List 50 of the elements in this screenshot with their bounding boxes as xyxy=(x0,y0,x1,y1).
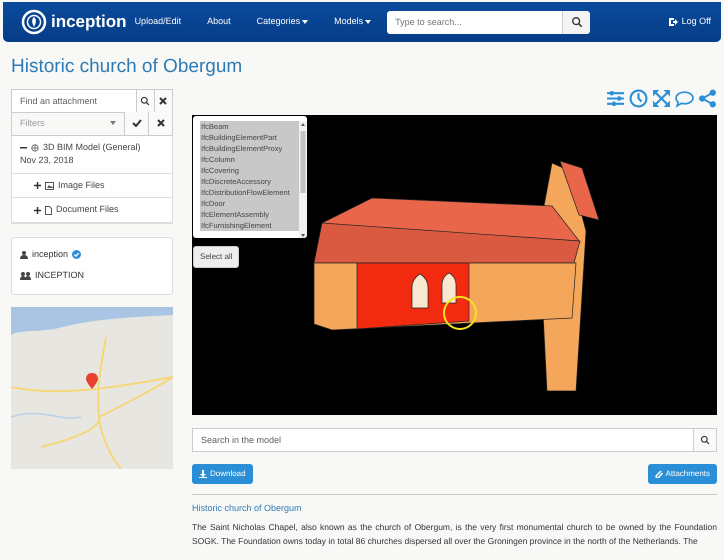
logout-icon xyxy=(668,17,678,27)
tree-item[interactable]: Image Files xyxy=(58,178,105,192)
page-title: Historic church of Obergum xyxy=(11,56,244,79)
model-search-field[interactable]: Search in the model xyxy=(192,428,694,452)
search-button[interactable] xyxy=(562,10,590,34)
tree-item[interactable]: 3D BIM Model (General) xyxy=(43,140,141,154)
logo-icon xyxy=(21,9,47,35)
search-button[interactable] xyxy=(694,428,717,452)
document-icon xyxy=(45,206,52,215)
user-icon xyxy=(20,250,28,259)
clock-icon[interactable] xyxy=(629,88,648,108)
close-icon xyxy=(156,119,164,128)
download-button[interactable]: Download xyxy=(192,464,253,484)
settings-icon[interactable] xyxy=(606,88,625,108)
attachments-button[interactable]: Attachments xyxy=(648,464,717,484)
fullscreen-icon[interactable] xyxy=(652,88,671,108)
brand-name[interactable]: inception xyxy=(51,9,127,35)
caret-icon xyxy=(110,121,116,126)
nav-link[interactable]: Models xyxy=(334,15,372,29)
description-heading: Historic church of Obergum xyxy=(192,502,303,515)
comment-icon[interactable] xyxy=(675,88,694,108)
nav-link[interactable]: Categories xyxy=(256,15,308,29)
description-text: The Saint Nicholas Chapel, also known as the church of Obergum, is the very first monumental church to be owned by the Foundation SOGK. The Foundation owns today in total 86 churches dispersed all over the Groningen province in the north of the Netherlands. The xyxy=(192,521,717,548)
download-icon xyxy=(199,470,207,478)
nav-link[interactable]: About xyxy=(207,15,231,29)
share-icon[interactable] xyxy=(698,88,717,108)
group-icon xyxy=(20,272,31,280)
apply-button[interactable] xyxy=(125,112,149,136)
search-icon xyxy=(700,434,710,445)
clear-button[interactable] xyxy=(154,88,173,113)
search-icon xyxy=(570,16,583,28)
user-name: inception xyxy=(32,248,68,261)
item-date: Nov 23, 2018 xyxy=(20,154,75,168)
logoff-link[interactable]: Log Off xyxy=(668,15,711,29)
clear-button[interactable] xyxy=(149,112,173,136)
select-all-button[interactable]: Select all xyxy=(193,246,240,268)
search-button[interactable] xyxy=(136,88,155,113)
attachment-search-field[interactable]: Find an attachment xyxy=(11,88,137,113)
search-field[interactable]: Type to search... xyxy=(387,10,562,34)
image-icon xyxy=(45,182,54,190)
check-icon xyxy=(132,119,142,128)
collapse-icon[interactable] xyxy=(20,144,27,152)
group-name: INCEPTION xyxy=(35,269,84,282)
search-icon xyxy=(140,96,150,106)
close-icon xyxy=(159,96,168,105)
globe-icon xyxy=(31,144,39,152)
nav-link[interactable]: Upload/Edit xyxy=(134,15,182,29)
expand-icon[interactable] xyxy=(34,206,41,214)
tree-item[interactable]: Document Files xyxy=(56,203,119,217)
expand-icon[interactable] xyxy=(34,182,41,190)
